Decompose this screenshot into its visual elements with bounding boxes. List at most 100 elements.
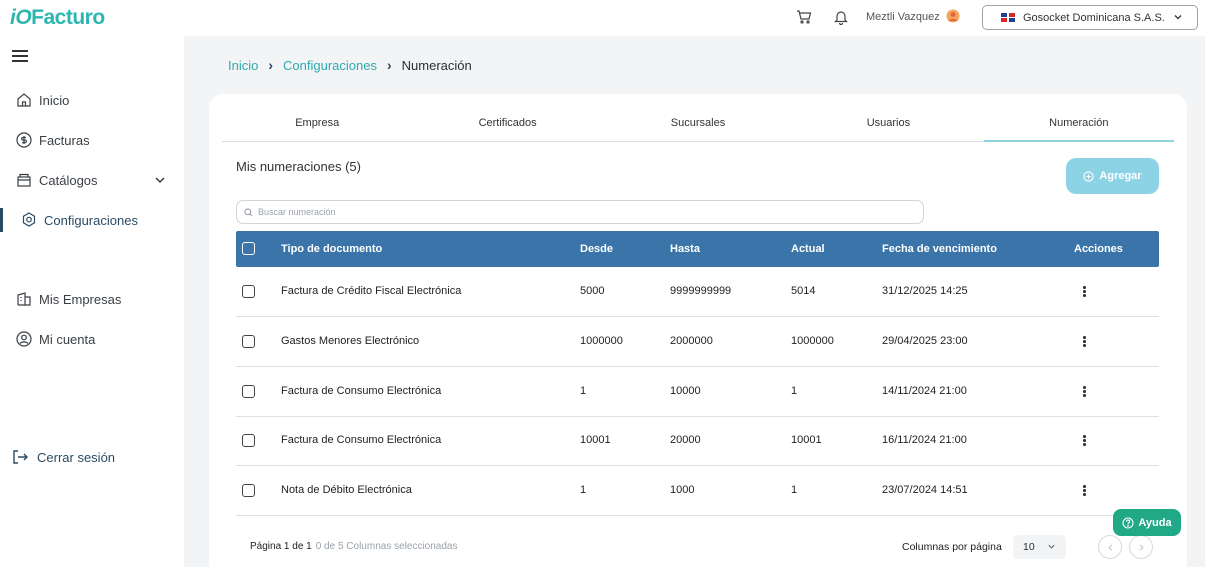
catalog-icon [17, 173, 31, 187]
cell-hasta: 1000 [670, 484, 695, 496]
top-bar: iOFacturo Meztli Vazquez Gosocket Domini… [0, 0, 1205, 36]
per-page-value: 10 [1023, 541, 1035, 553]
cell-tipo: Factura de Consumo Electrónica [281, 434, 442, 446]
cell-desde: 1000000 [580, 335, 623, 347]
more-vertical-icon[interactable] [1083, 286, 1087, 298]
table-row[interactable]: Factura de Consumo Electrónica 1 10000 1… [236, 367, 1159, 417]
sidebar-item-label: Configuraciones [44, 212, 138, 228]
tab-bar: Empresa Certificados Sucursales Usuarios… [222, 112, 1175, 142]
cell-hasta: 2000000 [670, 335, 713, 347]
more-vertical-icon[interactable] [1083, 485, 1087, 497]
chevron-down-icon[interactable] [154, 174, 166, 186]
help-button[interactable]: Ayuda [1113, 509, 1181, 536]
row-checkbox[interactable] [242, 484, 255, 497]
header-fecha-vencimiento[interactable]: Fecha de vencimiento [882, 243, 997, 255]
per-page-label: Columnas por página [902, 541, 1002, 553]
bell-icon[interactable] [832, 8, 850, 26]
search-icon [244, 207, 253, 216]
tab-empresa[interactable]: Empresa [222, 112, 412, 141]
cart-icon[interactable] [795, 8, 813, 26]
logout-icon [13, 450, 28, 464]
next-page-button[interactable] [1129, 535, 1153, 559]
building-icon [17, 292, 31, 306]
header-actual[interactable]: Actual [791, 243, 825, 255]
more-vertical-icon[interactable] [1083, 435, 1087, 447]
tab-certificados[interactable]: Certificados [412, 112, 602, 141]
chevron-down-icon [1048, 544, 1055, 549]
plus-circle-icon [1083, 170, 1095, 182]
sidebar-item-mi-cuenta[interactable]: Mi cuenta [0, 327, 184, 351]
company-name: Gosocket Dominicana S.A.S. [1023, 11, 1165, 24]
row-checkbox[interactable] [242, 385, 255, 398]
sidebar-item-label: Catálogos [39, 172, 98, 188]
menu-icon[interactable] [12, 50, 28, 62]
home-icon [17, 93, 31, 107]
row-checkbox[interactable] [242, 285, 255, 298]
header-desde[interactable]: Desde [580, 243, 613, 255]
more-vertical-icon[interactable] [1083, 336, 1087, 348]
main-card: Empresa Certificados Sucursales Usuarios… [209, 94, 1187, 567]
cell-tipo: Factura de Consumo Electrónica [281, 385, 442, 397]
cell-fecha: 14/11/2024 21:00 [882, 385, 967, 397]
header-hasta[interactable]: Hasta [670, 243, 700, 255]
table-header: Tipo de documento Desde Hasta Actual Fec… [236, 231, 1159, 267]
table-row[interactable]: Factura de Crédito Fiscal Electrónica 50… [236, 267, 1159, 317]
tab-sucursales[interactable]: Sucursales [603, 112, 793, 141]
per-page-select[interactable]: 10 [1013, 535, 1066, 559]
row-checkbox[interactable] [242, 335, 255, 348]
sidebar-item-inicio[interactable]: Inicio [0, 88, 184, 112]
cell-actual: 5014 [791, 285, 816, 297]
search-box [236, 200, 924, 224]
breadcrumb-inicio[interactable]: Inicio [228, 58, 258, 73]
section-title: Mis numeraciones (5) [236, 159, 361, 174]
cell-actual: 10001 [791, 434, 822, 446]
row-checkbox[interactable] [242, 434, 255, 447]
question-circle-icon [1122, 516, 1134, 529]
sidebar-item-mis-empresas[interactable]: Mis Empresas [0, 287, 184, 311]
user-circle-icon [16, 331, 32, 347]
gear-icon [22, 212, 36, 227]
breadcrumb: Inicio › Configuraciones › Numeración [228, 57, 472, 73]
flag-icon [1001, 13, 1015, 22]
logout-button[interactable]: Cerrar sesión [11, 448, 115, 466]
cell-hasta: 9999999999 [670, 285, 732, 297]
pagination-info: Página 1 de 10 de 5 Columnas seleccionad… [250, 541, 457, 552]
header-tipo-documento[interactable]: Tipo de documento [281, 243, 382, 255]
app-logo[interactable]: iOFacturo [10, 6, 105, 30]
logo-name: Facturo [31, 6, 105, 29]
logout-label: Cerrar sesión [37, 449, 116, 465]
cell-fecha: 31/12/2025 14:25 [882, 285, 968, 297]
sidebar-item-label: Facturas [39, 132, 90, 148]
cell-hasta: 20000 [670, 434, 701, 446]
avatar-icon[interactable] [946, 9, 960, 23]
cell-actual: 1 [791, 385, 798, 397]
company-selector[interactable]: Gosocket Dominicana S.A.S. [982, 5, 1198, 30]
tab-numeracion[interactable]: Numeración [983, 112, 1175, 142]
cell-desde: 10001 [580, 434, 611, 446]
cell-fecha: 16/11/2024 21:00 [882, 434, 967, 446]
add-button[interactable]: Agregar [1066, 158, 1159, 194]
select-all-checkbox[interactable] [242, 242, 255, 255]
cell-desde: 1 [580, 385, 587, 397]
sidebar-item-facturas[interactable]: Facturas [0, 128, 184, 152]
sidebar-item-catalogos[interactable]: Catálogos [0, 168, 184, 192]
breadcrumb-configuraciones[interactable]: Configuraciones [283, 58, 377, 73]
tab-usuarios[interactable]: Usuarios [793, 112, 983, 141]
logo-prefix: iO [10, 6, 32, 29]
cell-actual: 1000000 [791, 335, 834, 347]
user-name[interactable]: Meztli Vazquez [866, 11, 940, 23]
cell-tipo: Gastos Menores Electrónico [281, 335, 420, 347]
sidebar-item-configuraciones[interactable]: Configuraciones [0, 208, 184, 232]
table-row[interactable]: Nota de Débito Electrónica 1 1000 1 23/0… [236, 466, 1159, 516]
sidebar: Inicio Facturas Catálogos Configuracione… [0, 36, 184, 567]
search-input[interactable] [258, 207, 898, 217]
sidebar-item-label: Mi cuenta [39, 331, 96, 347]
prev-page-button[interactable] [1098, 535, 1122, 559]
sidebar-item-label: Inicio [39, 92, 70, 108]
header-acciones: Acciones [1074, 243, 1123, 255]
cell-desde: 5000 [580, 285, 605, 297]
sidebar-item-label: Mis Empresas [39, 291, 122, 307]
table-row[interactable]: Gastos Menores Electrónico 1000000 20000… [236, 317, 1159, 367]
table-row[interactable]: Factura de Consumo Electrónica 10001 200… [236, 416, 1159, 466]
more-vertical-icon[interactable] [1083, 386, 1087, 398]
